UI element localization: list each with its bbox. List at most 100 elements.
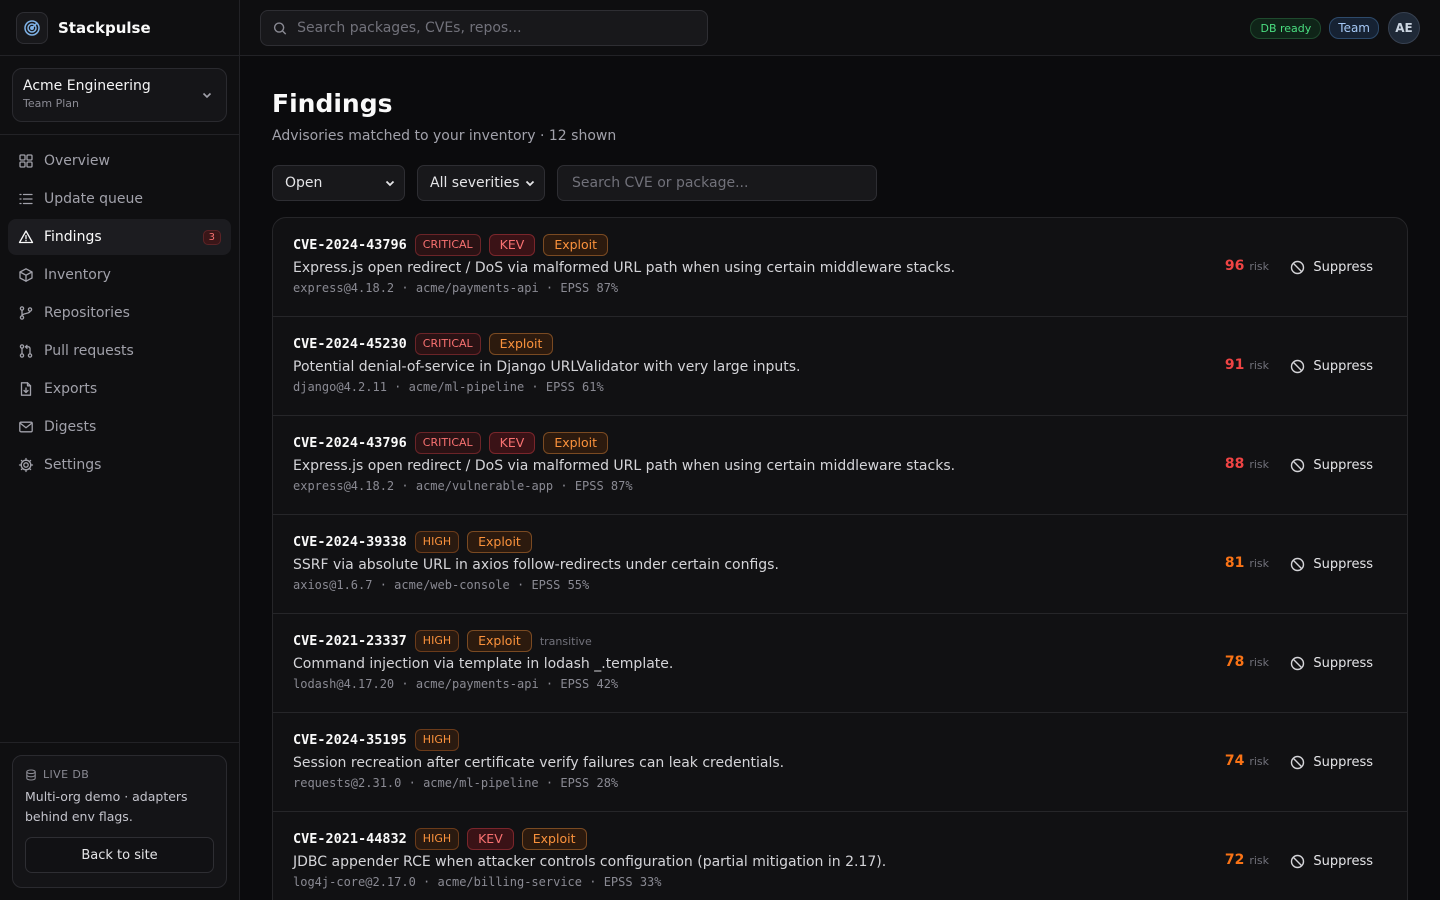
sidebar-item-findings[interactable]: Findings 3 — [8, 219, 231, 255]
sidebar-item-label: Update queue — [44, 191, 144, 207]
exploit-badge: Exploit — [467, 630, 532, 652]
finding-row[interactable]: CVE-2021-23337 HIGH Exploit transitive Comma… — [273, 614, 1407, 713]
severity-badge: CRITICAL — [414, 234, 481, 256]
back-to-site-button[interactable]: Back to site — [25, 837, 214, 873]
sidebar-item-update-queue[interactable]: Update queue — [8, 181, 231, 217]
risk-score: 88 risk — [1225, 456, 1269, 472]
epss-score: EPSS 61% — [545, 380, 604, 394]
sidebar-item-digests[interactable]: Digests — [8, 409, 231, 445]
suppress-button[interactable]: Suppress — [1276, 847, 1387, 875]
live-db-label: LIVE DB — [43, 768, 90, 781]
sidebar-item-label: Inventory — [44, 267, 111, 283]
brand: Stackpulse — [0, 0, 239, 56]
plan-badge: Team — [1329, 17, 1379, 39]
sidebar-item-exports[interactable]: Exports — [8, 371, 231, 407]
main-content: Findings Advisories matched to your inve… — [240, 57, 1440, 900]
repository-name: acme/ml-pipeline — [408, 380, 525, 394]
cve-id[interactable]: CVE-2024-43796 — [293, 435, 407, 451]
global-search[interactable] — [260, 10, 708, 46]
severity-badge: CRITICAL — [414, 432, 481, 454]
epss-score: EPSS 42% — [560, 677, 619, 691]
sidebar-item-overview[interactable]: Overview — [8, 143, 231, 179]
status-filter-select[interactable]: Open — [272, 165, 405, 201]
severity-badge: HIGH — [414, 531, 460, 553]
ban-icon — [1291, 755, 1305, 769]
finding-meta: axios@1.6.7 · acme/web-console · EPSS 55… — [293, 578, 590, 592]
package-version: lodash@4.17.20 — [293, 677, 395, 691]
finding-meta: express@4.18.2 · acme/vulnerable-app · E… — [293, 479, 633, 493]
suppress-label: Suppress — [1313, 853, 1373, 869]
sidebar-item-settings[interactable]: Settings — [8, 447, 231, 483]
cve-id[interactable]: CVE-2024-39338 — [293, 534, 407, 550]
avatar[interactable]: AE — [1388, 12, 1420, 44]
suppress-button[interactable]: Suppress — [1276, 748, 1387, 776]
sidebar-item-repositories[interactable]: Repositories — [8, 295, 231, 331]
sidebar-item-label: Pull requests — [44, 343, 134, 359]
finding-row[interactable]: CVE-2024-43796 CRITICAL KEV Exploit Express.… — [273, 218, 1407, 317]
sidebar-item-label: Findings — [44, 229, 102, 245]
sidebar-item-label: Digests — [44, 419, 97, 435]
suppress-button[interactable]: Suppress — [1276, 451, 1387, 479]
finding-row[interactable]: CVE-2024-35195 HIGH Session recreation aft… — [273, 713, 1407, 812]
cve-id[interactable]: CVE-2024-43796 — [293, 237, 407, 253]
suppress-button[interactable]: Suppress — [1276, 649, 1387, 677]
finding-row[interactable]: CVE-2024-45230 CRITICAL Exploit Potential d… — [273, 317, 1407, 416]
kev-badge: KEV — [488, 234, 536, 256]
suppress-button[interactable]: Suppress — [1276, 253, 1387, 281]
finding-meta: log4j-core@2.17.0 · acme/billing-service… — [293, 875, 662, 889]
cve-id[interactable]: CVE-2021-23337 — [293, 633, 407, 649]
live-db-panel: LIVE DB Multi-org demo · adapters behind… — [12, 755, 227, 888]
suppress-button[interactable]: Suppress — [1276, 550, 1387, 578]
finding-meta: express@4.18.2 · acme/payments-api · EPS… — [293, 281, 619, 295]
findings-search[interactable] — [557, 165, 877, 201]
finding-description: Session recreation after certificate ver… — [293, 755, 785, 771]
finding-description: Express.js open redirect / DoS via malfo… — [293, 458, 956, 474]
sidebar-item-label: Exports — [44, 381, 98, 397]
severity-filter-select[interactable]: All severities — [417, 165, 545, 201]
filter-bar: Open All severities — [272, 165, 1408, 201]
cve-id[interactable]: CVE-2024-45230 — [293, 336, 407, 352]
severity-badge: HIGH — [414, 828, 460, 850]
exploit-badge: Exploit — [543, 432, 609, 454]
package-version: express@4.18.2 — [293, 479, 395, 493]
finding-description: Express.js open redirect / DoS via malfo… — [293, 260, 956, 276]
sidebar-item-label: Repositories — [44, 305, 130, 321]
global-search-input[interactable] — [297, 20, 695, 36]
suppress-label: Suppress — [1313, 358, 1373, 374]
suppress-label: Suppress — [1313, 754, 1373, 770]
finding-row[interactable]: CVE-2021-44832 HIGH KEV Exploit JDBC appende… — [273, 812, 1407, 900]
finding-description: SSRF via absolute URL in axios follow-re… — [293, 557, 779, 573]
finding-meta: lodash@4.17.20 · acme/payments-api · EPS… — [293, 677, 619, 691]
repository-name: acme/vulnerable-app — [415, 479, 554, 493]
risk-value: 72 — [1224, 852, 1245, 868]
risk-score: 78 risk — [1225, 654, 1269, 670]
findings-search-input[interactable] — [572, 175, 862, 191]
sidebar-item-pull-requests[interactable]: Pull requests — [8, 333, 231, 369]
suppress-button[interactable]: Suppress — [1276, 352, 1387, 380]
risk-label: risk — [1249, 458, 1269, 471]
ban-icon — [1291, 557, 1305, 571]
repository-name: acme/ml-pipeline — [423, 776, 539, 790]
org-switcher[interactable]: Acme Engineering Team Plan — [12, 68, 227, 122]
mail-icon — [19, 421, 33, 433]
cve-id[interactable]: CVE-2021-44832 — [293, 831, 407, 847]
sidebar-item-inventory[interactable]: Inventory — [8, 257, 231, 293]
kev-badge: KEV — [488, 432, 536, 454]
sidebar-item-label: Settings — [44, 457, 102, 473]
status-filter-value: Open — [285, 175, 323, 191]
cve-id[interactable]: CVE-2024-35195 — [293, 732, 407, 748]
package-version: requests@2.31.0 — [293, 776, 402, 790]
risk-value: 78 — [1224, 654, 1245, 670]
finding-row[interactable]: CVE-2024-39338 HIGH Exploit SSRF via absolu… — [273, 515, 1407, 614]
severity-badge: HIGH — [414, 630, 460, 652]
risk-score: 96 risk — [1225, 258, 1269, 274]
finding-row[interactable]: CVE-2024-43796 CRITICAL KEV Exploit Express.… — [273, 416, 1407, 515]
repository-name: acme/billing-service — [437, 875, 583, 889]
risk-label: risk — [1249, 359, 1269, 372]
ban-icon — [1291, 656, 1305, 670]
package-version: django@4.2.11 — [293, 380, 387, 394]
exploit-badge: Exploit — [488, 333, 554, 355]
risk-score: 74 risk — [1225, 753, 1269, 769]
package-version: axios@1.6.7 — [293, 578, 373, 592]
logo-icon[interactable] — [16, 11, 48, 44]
